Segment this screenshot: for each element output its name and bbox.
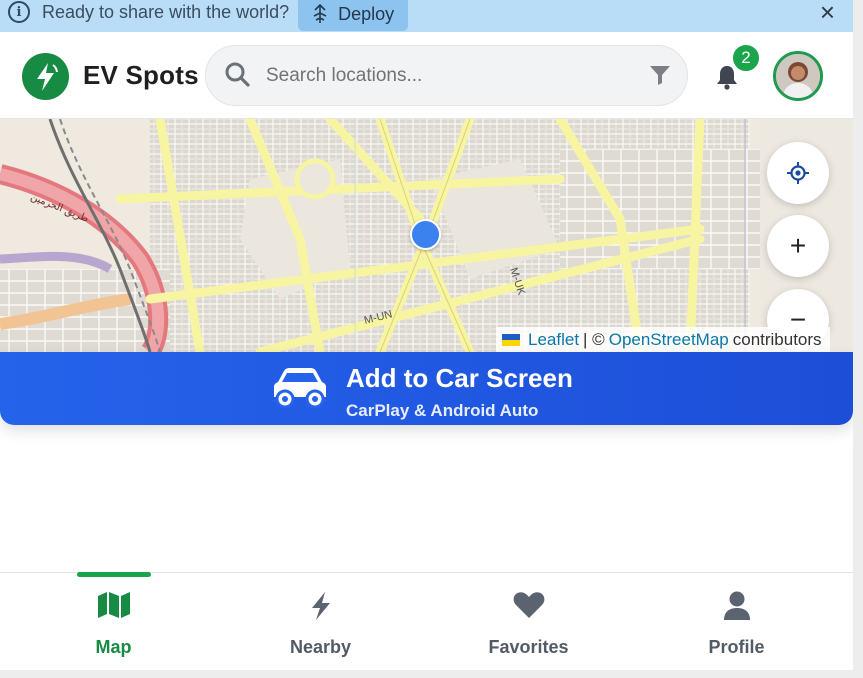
plus-icon: + <box>789 230 807 261</box>
nav-label-map: Map <box>95 637 132 657</box>
active-tab-indicator <box>76 572 151 577</box>
deploy-icon <box>313 4 327 23</box>
car-banner-title: Add to Car Screen <box>346 363 573 393</box>
nav-item-profile[interactable]: Profile <box>630 573 843 670</box>
nav-label-profile: Profile <box>708 637 765 657</box>
nav-label-nearby: Nearby <box>289 637 352 657</box>
attribution-suffix: contributors <box>732 329 822 349</box>
car-icon <box>274 368 326 409</box>
nav-label-favorites: Favorites <box>488 637 569 657</box>
bolt-icon <box>311 592 330 620</box>
attribution-separator: | © <box>583 329 605 349</box>
nav-item-nearby[interactable]: Nearby <box>214 573 427 670</box>
info-glyph: i <box>16 4 22 20</box>
add-to-car-screen-button[interactable]: Add to Car Screen CarPlay & Android Auto <box>0 352 853 425</box>
nav-item-map[interactable]: Map <box>7 572 220 670</box>
map-attribution: Leaflet | © OpenStreetMap contributors <box>496 327 830 352</box>
zoom-in-button[interactable]: + <box>767 215 829 277</box>
deploy-button[interactable]: Deploy <box>298 0 409 31</box>
ukraine-flag-icon <box>502 333 520 346</box>
window-edge <box>853 0 863 678</box>
deploy-banner: i Ready to share with the world? Deploy … <box>0 0 853 32</box>
car-banner-subtitle: CarPlay & Android Auto <box>346 401 539 420</box>
deploy-label: Deploy <box>338 3 395 24</box>
search-input[interactable] <box>266 60 636 92</box>
bolt-logo-icon <box>22 53 69 100</box>
app-window: i Ready to share with the world? Deploy … <box>0 0 853 670</box>
brand-title: EV Spots <box>83 60 199 90</box>
heart-icon <box>513 592 544 618</box>
leaflet-link[interactable]: Leaflet <box>528 330 579 350</box>
avatar[interactable] <box>773 51 823 101</box>
banner-message: Ready to share with the world? <box>42 1 290 22</box>
filter-icon[interactable] <box>649 64 671 86</box>
notification-badge: 2 <box>731 43 761 73</box>
map-icon <box>97 592 130 618</box>
search-bar <box>205 45 688 106</box>
map-view[interactable]: M-UN M-UK طريق الحرمين + − <box>0 119 853 352</box>
app-header: EV Spots 2 <box>0 32 853 119</box>
bottom-navigation: Map Nearby Favorites Profile <box>0 572 853 670</box>
current-location-marker[interactable] <box>410 219 441 250</box>
close-icon[interactable]: × <box>820 0 835 25</box>
osm-link[interactable]: OpenStreetMap <box>609 330 729 350</box>
crosshair-icon <box>787 162 809 184</box>
search-icon <box>225 62 250 87</box>
nav-item-favorites[interactable]: Favorites <box>422 573 635 670</box>
info-icon: i <box>8 1 30 23</box>
user-icon <box>723 591 750 620</box>
locate-me-button[interactable] <box>767 142 829 204</box>
